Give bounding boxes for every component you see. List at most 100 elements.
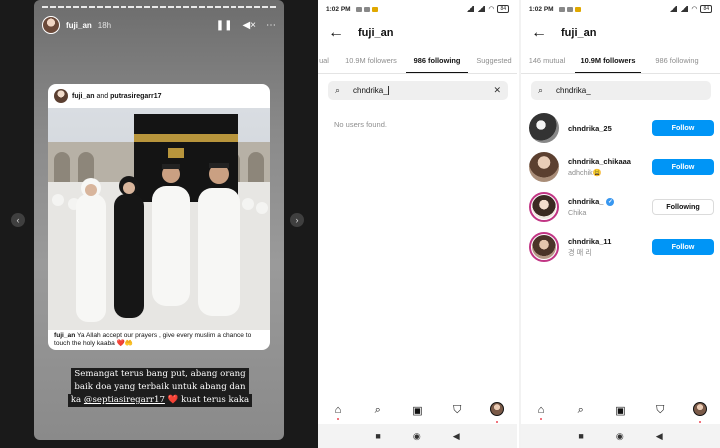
status-bar: 1:02 PM ◠ 84 [521,0,720,18]
post-author: fuji_an [72,92,95,100]
story-text-line: Semangat terus bang put, abang orang [71,368,249,381]
user-fullname: adhchik😩 [568,168,602,177]
story-progress-bar [42,6,276,8]
search-value: chndrika_ [556,86,591,95]
list-item[interactable]: chndrika_25 Follow [529,110,714,146]
pause-icon[interactable]: ❚❚ [216,20,233,31]
reels-icon[interactable]: ▣ [407,404,427,417]
recents-icon[interactable]: ■ [375,431,380,441]
home-icon[interactable]: ⌂ [328,404,348,420]
tab-mutual[interactable]: ual [318,48,334,73]
app-notification-icon [574,6,581,12]
wifi-icon: ◠ [488,6,495,13]
caption-username: fuji_an [54,332,76,339]
list-item[interactable]: chndrika_chikaaa adhchik😩 Follow [529,149,714,185]
story-text-suffix: ❤️ kuat terus kaka [164,395,250,405]
search-value: chndrika_ [353,85,389,96]
avatar[interactable] [42,16,60,34]
username[interactable]: chndrika_chikaaa [568,157,631,166]
signal-icon [477,6,486,12]
list-item[interactable]: chndrika_ ✓ Chika Following [529,189,714,225]
username[interactable]: chndrika_25 [568,124,612,133]
previous-story-button[interactable]: ‹ [11,213,25,227]
page-title: fuji_an [561,27,597,39]
mute-icon[interactable]: ◀× [242,20,256,31]
tab-following[interactable]: 986 following [406,48,468,73]
search-icon[interactable]: ⌕ [571,404,591,417]
status-bar: 1:02 PM ◠ 84 [318,0,517,18]
story-text-line: baik doa yang terbaik untuk abang dan [71,381,249,394]
reels-icon[interactable]: ▣ [610,404,630,417]
profile-avatar-icon[interactable] [690,401,710,423]
follow-button[interactable]: Follow [652,120,714,136]
story-mention-link[interactable]: @septiasiregarr17 [84,395,165,405]
clear-icon[interactable]: ✕ [493,85,501,96]
caption-text: Ya Allah accept our prayers , give every… [54,332,252,347]
notification-icon [566,6,573,12]
user-fullname: Chika [568,208,587,217]
avatar[interactable] [529,232,559,262]
search-icon: ⌕ [538,85,544,95]
search-input[interactable]: ⌕ chndrika_ ✕ [328,81,508,100]
shop-icon[interactable]: ⛉ [650,404,670,417]
signal-icon [669,6,678,12]
battery-icon: 84 [700,5,712,13]
next-story-button[interactable]: › [290,213,304,227]
user-fullname: 경 매 리 [568,247,592,257]
avatar[interactable] [529,152,559,182]
app-notification-icon [371,6,378,12]
verified-badge-icon: ✓ [606,197,615,206]
wifi-icon: ◠ [691,6,698,13]
story-header: fuji_an 18h ❚❚ ◀× ⋯ [42,14,276,36]
username[interactable]: chndrika_11 [568,237,611,246]
avatar[interactable] [529,113,559,143]
notification-icon [355,6,362,12]
post-coauthor: putrasiregarr17 [110,92,162,100]
follow-button[interactable]: Follow [652,159,714,175]
following-search-screen: 1:02 PM ◠ 84 ← fuji_an ual 10.9M follower… [318,0,517,448]
avatar[interactable] [529,192,559,222]
post-header: fuji_an and putrasiregarr17 [48,84,270,108]
tab-followers[interactable]: 10.9M followers [340,48,402,73]
signal-icon [680,6,689,12]
username[interactable]: chndrika_ [568,197,603,206]
following-button[interactable]: Following [652,199,714,215]
follow-button[interactable]: Follow [652,239,714,255]
home-icon[interactable]: ⌂ [531,404,551,420]
story-text-prefix: ka [70,395,84,405]
notification-icon [558,6,565,12]
home-button-icon[interactable]: ◉ [413,431,421,442]
empty-results-message: No users found. [334,120,387,129]
search-icon[interactable]: ⌕ [368,404,388,417]
search-input[interactable]: ⌕ chndrika_ [531,81,711,100]
system-nav-bar: ■ ◉ ◀ [521,424,720,448]
shop-icon[interactable]: ⛉ [447,404,467,417]
system-nav-bar: ■ ◉ ◀ [318,424,517,448]
recents-icon[interactable]: ■ [578,431,583,441]
back-arrow-icon[interactable]: ← [328,24,350,42]
story-frame[interactable]: fuji_an 18h ❚❚ ◀× ⋯ fuji_an and putrasir… [34,0,284,440]
post-caption: fuji_an Ya Allah accept our prayers , gi… [54,332,264,348]
search-text: chndrika_ [353,85,388,95]
story-text-line: ka @septiasiregarr17 ❤️ kuat terus kaka [67,394,253,407]
bottom-nav: ⌂ ⌕ ▣ ⛉ [318,399,517,423]
follow-tabs: ual 10.9M followers 986 following Sugges… [318,48,517,74]
tab-suggested[interactable]: Suggested [472,48,516,73]
story-username[interactable]: fuji_an [66,21,92,30]
list-item[interactable]: chndrika_11 경 매 리 Follow [529,229,714,265]
more-options-icon[interactable]: ⋯ [266,20,276,31]
follow-tabs: 146 mutual 10.9M followers 986 following [521,48,720,74]
back-triangle-icon[interactable]: ◀ [656,431,663,442]
followers-search-screen: 1:02 PM ◠ 84 ← fuji_an 146 mutual 10.9M f… [521,0,720,448]
notification-icon [363,6,370,12]
tab-following[interactable]: 986 following [647,48,707,73]
tab-followers[interactable]: 10.9M followers [575,48,641,73]
back-arrow-icon[interactable]: ← [531,24,553,42]
back-triangle-icon[interactable]: ◀ [453,431,460,442]
profile-avatar-icon[interactable] [487,401,507,423]
post-author-joiner: and [96,92,109,100]
shared-post-card[interactable]: fuji_an and putrasiregarr17 fuji_an Ya A… [48,84,270,350]
tab-mutual[interactable]: 146 mutual [523,48,571,73]
story-timestamp: 18h [97,20,112,30]
home-button-icon[interactable]: ◉ [616,431,624,442]
